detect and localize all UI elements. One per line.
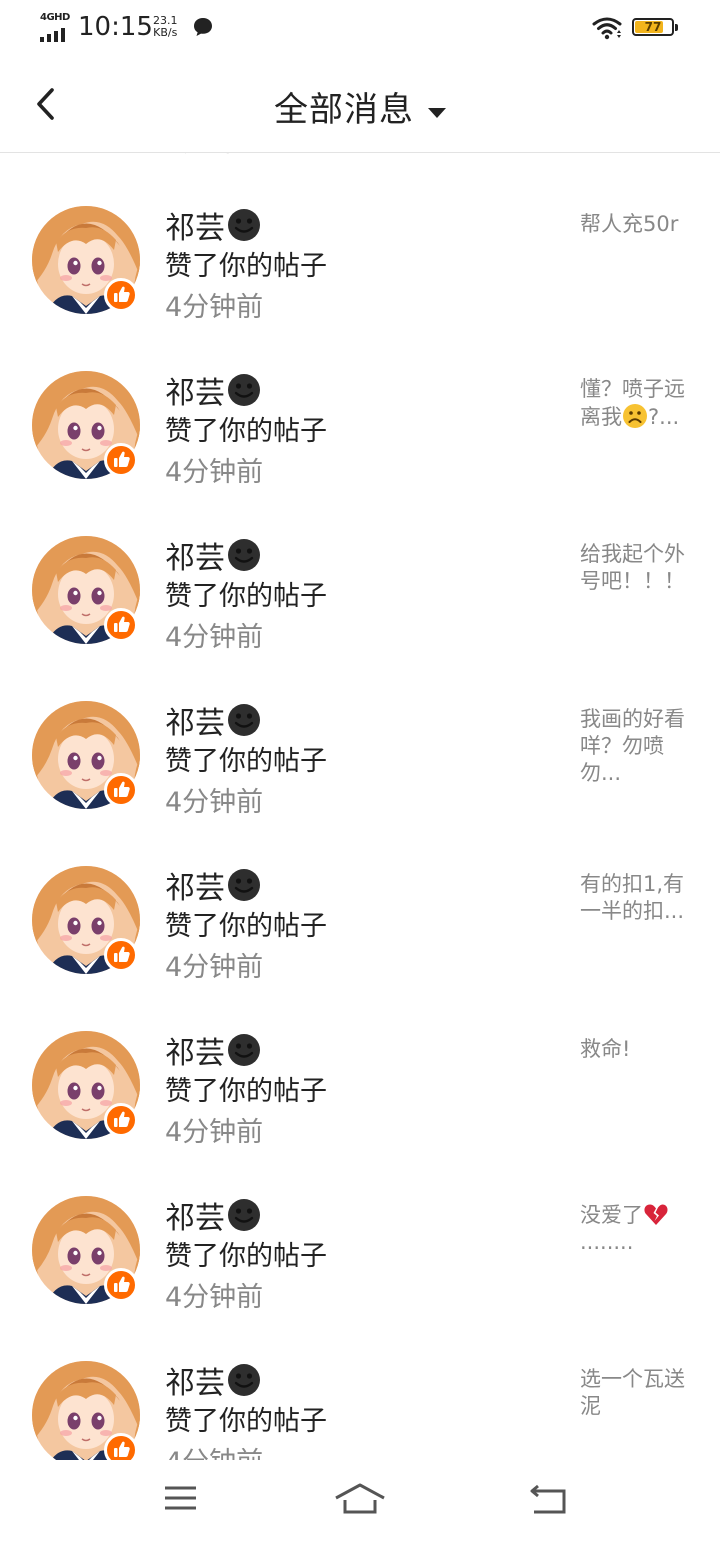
username[interactable]: 祁芸 (165, 1201, 225, 1236)
post-snippet[interactable]: 懂？喷子远离我?... (580, 376, 700, 431)
timestamp: 4分钟前 (165, 1440, 263, 1460)
battery-icon: 77 (632, 18, 680, 38)
timestamp: 4分钟前 (165, 457, 264, 488)
thumbs-up-icon (104, 608, 138, 642)
post-snippet[interactable]: 救命! (580, 1036, 700, 1063)
username[interactable]: 祁芸 (165, 541, 225, 576)
snippet-text: 我画的好看咩？勿喷勿... (580, 707, 685, 785)
username[interactable]: 祁芸 (165, 211, 225, 246)
battery-level: 77 (644, 20, 662, 34)
message-item[interactable]: 祁芸赞了你的帖子 4分钟前 有的扣1,有一半的扣... (0, 851, 720, 1016)
post-snippet[interactable]: 帮人充50r (580, 211, 700, 238)
system-nav-bar (0, 1460, 720, 1544)
username-row[interactable]: 祁芸 (165, 1358, 261, 1401)
status-bar: 4GHD 10:15 23.1 KB/s 77 (0, 0, 720, 60)
dark-smiley-icon (228, 1199, 260, 1231)
timestamp: 4分钟前 (165, 952, 264, 983)
username-row[interactable]: 祁芸 (165, 203, 261, 246)
username[interactable]: 祁芸 (165, 1366, 225, 1401)
thumbs-up-icon (104, 1103, 138, 1137)
dark-smiley-icon (228, 869, 260, 901)
thumbs-up-icon (104, 938, 138, 972)
message-item[interactable]: 祁芸赞了你的帖子 4分钟前 懂？喷子远离我?... (0, 356, 720, 521)
action-text: 赞了你的帖子 (165, 1241, 327, 1272)
wifi-icon (592, 17, 622, 40)
post-snippet[interactable]: 给我起个外号吧！！！ (580, 541, 700, 595)
post-snippet[interactable]: 选一个瓦送泥 (580, 1366, 700, 1420)
app-header: 全部消息 (0, 60, 720, 153)
post-snippet[interactable]: 没爱了........ (580, 1201, 700, 1256)
dark-smiley-icon (228, 1364, 260, 1396)
message-item[interactable]: 祁芸赞了你的帖子 4分钟前 给我起个外号吧！！！ (0, 521, 720, 686)
thumbs-up-icon (104, 443, 138, 477)
username[interactable]: 祁芸 (165, 706, 225, 741)
username-row[interactable]: 祁芸 (165, 1193, 261, 1236)
timestamp: 4分钟前 (165, 622, 264, 653)
username[interactable]: 祁芸 (165, 1036, 225, 1071)
snippet-text: 救命! (580, 1037, 631, 1061)
username-row[interactable]: 祁芸 (165, 863, 261, 906)
network-type: 4GHD (40, 12, 70, 23)
thumbs-up-icon (104, 773, 138, 807)
username-row[interactable]: 祁芸 (165, 533, 261, 576)
timestamp: 4分钟前 (165, 787, 264, 818)
home-icon[interactable] (330, 1478, 390, 1518)
dark-smiley-icon (228, 539, 260, 571)
title-dropdown[interactable]: 全部消息 (0, 60, 720, 152)
dark-smiley-icon (228, 1034, 260, 1066)
username[interactable]: 祁芸 (165, 871, 225, 906)
action-text: 赞了你的帖子 (165, 911, 327, 942)
message-item[interactable]: 祁芸赞了你的帖子 4分钟前 我画的好看咩？勿喷勿... (0, 686, 720, 851)
post-snippet[interactable]: 我画的好看咩？勿喷勿... (580, 706, 700, 787)
message-item[interactable]: 祁芸赞了你的帖子 4分钟前 帮人充50r (0, 191, 720, 356)
snippet-text: 选一个瓦送泥 (580, 1367, 685, 1418)
action-text: 赞了你的帖子 (165, 1406, 327, 1437)
broken-heart-icon (643, 1203, 669, 1227)
message-item[interactable]: 祁芸赞了你的帖子 4分钟前 没爱了........ (0, 1181, 720, 1346)
snippet-text: 没爱了 (580, 1203, 643, 1227)
action-text: 赞了你的帖子 (165, 416, 327, 447)
username[interactable]: 祁芸 (165, 376, 225, 411)
message-item[interactable]: 祁芸赞了你的帖子 4分钟前 救命! (0, 1016, 720, 1181)
message-list[interactable]: 祁芸赞了你的帖子4分钟前大.....祁芸赞了你的帖子4分钟前帮人充50r祁芸赞了… (0, 153, 720, 1460)
thumbs-up-icon (104, 1433, 138, 1460)
dark-smiley-icon (228, 704, 260, 736)
action-text: 赞了你的帖子 (165, 251, 327, 282)
message-item[interactable]: 祁芸赞了你的帖子 4分钟前 选一个瓦送泥 (0, 1346, 720, 1460)
timestamp: 4分钟前 (165, 1117, 264, 1148)
username-row[interactable]: 祁芸 (165, 698, 261, 741)
frowning-face-icon (622, 404, 648, 429)
dark-smiley-icon (228, 374, 260, 406)
back-arrow-icon[interactable] (518, 1478, 578, 1518)
timestamp: 4分钟前 (165, 1282, 264, 1313)
thumbs-up-icon (104, 278, 138, 312)
speed-unit: KB/s (153, 26, 178, 39)
action-text: 赞了你的帖子 (165, 746, 327, 777)
dark-smiley-icon (228, 209, 260, 241)
network-speed: 23.1 KB/s (153, 15, 178, 39)
caret-down-icon[interactable] (428, 107, 446, 118)
page-title[interactable]: 全部消息 (274, 82, 414, 131)
action-text: 赞了你的帖子 (165, 581, 327, 612)
post-snippet[interactable]: 有的扣1,有一半的扣... (580, 871, 700, 925)
username-row[interactable]: 祁芸 (165, 368, 261, 411)
message-item[interactable]: 祁芸赞了你的帖子4分钟前大..... (0, 153, 720, 191)
snippet-tail: ?... (648, 405, 680, 429)
snippet-text: 有的扣1,有一半的扣... (580, 872, 685, 923)
status-time: 10:15 (78, 12, 153, 42)
username-row[interactable]: 祁芸 (165, 1028, 261, 1071)
timestamp: 4分钟前 (165, 153, 263, 159)
chat-bubble-icon (194, 18, 212, 36)
timestamp: 4分钟前 (165, 292, 264, 323)
action-text: 赞了你的帖子 (165, 1076, 327, 1107)
snippet-text: 给我起个外号吧！！！ (580, 542, 685, 593)
snippet-text: 帮人充50r (580, 212, 679, 236)
snippet-tail: ........ (580, 1230, 634, 1254)
menu-icon[interactable] (150, 1478, 210, 1518)
thumbs-up-icon (104, 1268, 138, 1302)
